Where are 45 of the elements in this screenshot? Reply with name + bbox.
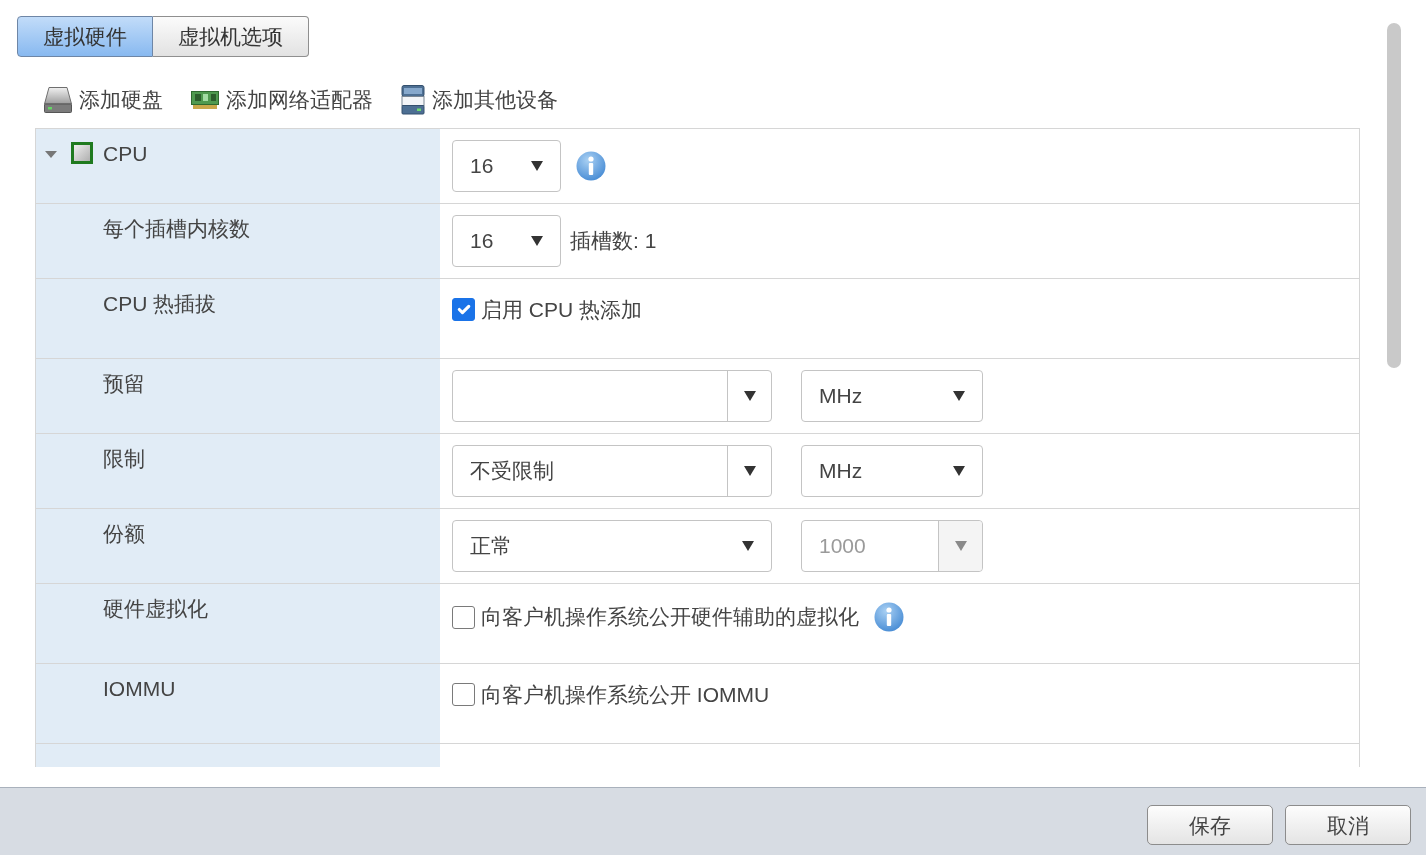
add-disk-button[interactable]: 添加硬盘 — [44, 87, 163, 113]
select-field[interactable]: MHz — [801, 370, 983, 422]
select-field[interactable]: 正常 — [452, 520, 772, 572]
caret-icon — [742, 541, 754, 551]
checkbox-label[interactable]: 向客户机操作系统公开 IOMMU — [481, 682, 770, 708]
checkbox[interactable] — [452, 298, 475, 322]
setting-label: 硬件虚拟化 — [103, 596, 208, 622]
select-field[interactable]: 16 — [452, 215, 561, 267]
caret-icon — [953, 391, 965, 401]
info-icon[interactable] — [576, 151, 606, 181]
chip-icon — [71, 142, 93, 164]
caret-icon — [743, 466, 756, 476]
hard-disk-icon — [44, 87, 72, 113]
info-icon[interactable] — [874, 602, 904, 632]
add-network-adapter-button[interactable]: 添加网络适配器 — [191, 87, 373, 113]
caret-icon — [954, 541, 967, 551]
caret-icon — [953, 466, 965, 476]
note-text: 插槽数: 1 — [570, 228, 657, 255]
device-icon — [401, 85, 425, 115]
caret-icon — [531, 236, 543, 246]
checkbox[interactable] — [452, 605, 475, 629]
caret-icon[interactable] — [45, 151, 57, 158]
select-field[interactable]: 16 — [452, 140, 561, 192]
checkbox-label[interactable]: 向客户机操作系统公开硬件辅助的虚拟化 — [481, 604, 859, 630]
setting-label: IOMMU — [103, 676, 176, 702]
setting-label: 份额 — [103, 521, 145, 547]
scrollbar-thumb[interactable] — [1387, 23, 1401, 368]
tab[interactable]: 虚拟机选项 — [153, 16, 309, 57]
setting-label: 预留 — [103, 371, 145, 397]
caret-icon — [531, 161, 543, 171]
combo-field[interactable]: 不受限制 — [452, 445, 772, 497]
combo-field[interactable] — [452, 370, 772, 422]
checkbox-label[interactable]: 启用 CPU 热添加 — [481, 297, 642, 323]
setting-label: 限制 — [103, 446, 145, 472]
checkbox[interactable] — [452, 683, 475, 707]
add-device-button[interactable]: 添加其他设备 — [401, 85, 558, 115]
tab[interactable]: 虚拟硬件 — [17, 16, 153, 57]
network-card-icon — [191, 91, 219, 109]
setting-label: CPU — [103, 141, 148, 167]
caret-icon — [743, 391, 756, 401]
save-button[interactable]: 保存 — [1147, 805, 1273, 845]
select-field[interactable]: MHz — [801, 445, 983, 497]
setting-label: 每个插槽内核数 — [103, 216, 250, 242]
cancel-button[interactable]: 取消 — [1285, 805, 1411, 845]
setting-label: CPU 热插拔 — [103, 291, 217, 317]
